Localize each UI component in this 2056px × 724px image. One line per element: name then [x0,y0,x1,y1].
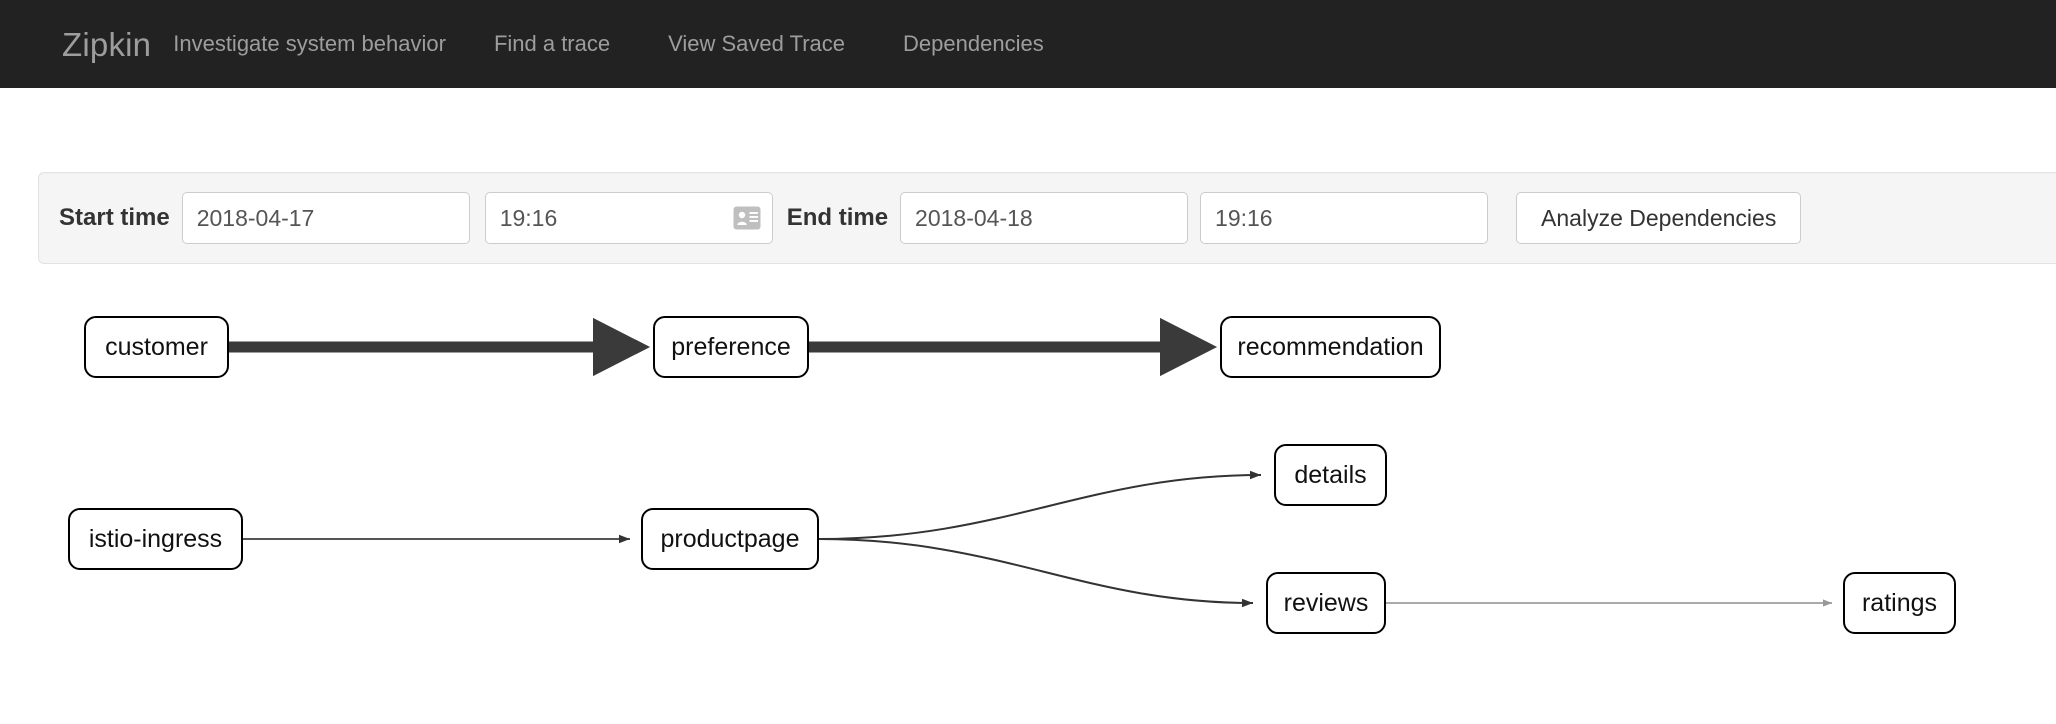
graph-edge-productpage-to-details[interactable] [819,475,1261,539]
analyze-dependencies-button[interactable]: Analyze Dependencies [1516,192,1801,244]
graph-node-preference[interactable]: preference [653,316,809,378]
graph-node-label: details [1294,461,1366,490]
graph-node-label: productpage [660,525,799,554]
graph-node-istio-ingress[interactable]: istio-ingress [68,508,243,570]
dependency-graph: customer preference recommendation istio-in… [0,280,2056,724]
nav-links: Find a trace View Saved Trace Dependenci… [494,33,1044,55]
graph-node-customer[interactable]: customer [84,316,229,378]
brand-tagline: Investigate system behavior [173,33,446,55]
graph-node-label: ratings [1862,589,1937,618]
dependency-filter-bar: Start time End time Analyze Dependencies [38,172,2056,264]
end-time-input[interactable] [1200,192,1488,244]
graph-node-label: reviews [1284,589,1369,618]
nav-item-find-a-trace[interactable]: Find a trace [494,33,610,55]
start-time-input[interactable] [485,192,773,244]
graph-node-label: recommendation [1237,333,1423,362]
start-time-label: Start time [59,206,170,230]
navbar: Zipkin Investigate system behavior Find … [0,0,2056,88]
graph-node-productpage[interactable]: productpage [641,508,819,570]
edge-layer [229,347,1832,603]
graph-node-label: preference [671,333,791,362]
graph-node-label: istio-ingress [89,525,222,554]
dependency-graph-edges [0,280,2056,724]
graph-node-recommendation[interactable]: recommendation [1220,316,1441,378]
start-time-field-wrapper [485,192,773,244]
nav-item-dependencies[interactable]: Dependencies [903,33,1044,55]
brand-logo-zipkin[interactable]: Zipkin [62,28,151,61]
end-date-input[interactable] [900,192,1188,244]
nav-item-view-saved-trace[interactable]: View Saved Trace [668,33,845,55]
graph-node-reviews[interactable]: reviews [1266,572,1386,634]
graph-node-label: customer [105,333,208,362]
graph-edge-productpage-to-reviews[interactable] [819,539,1253,603]
graph-node-ratings[interactable]: ratings [1843,572,1956,634]
end-time-label: End time [787,206,888,230]
start-date-input[interactable] [182,192,470,244]
graph-node-details[interactable]: details [1274,444,1387,506]
